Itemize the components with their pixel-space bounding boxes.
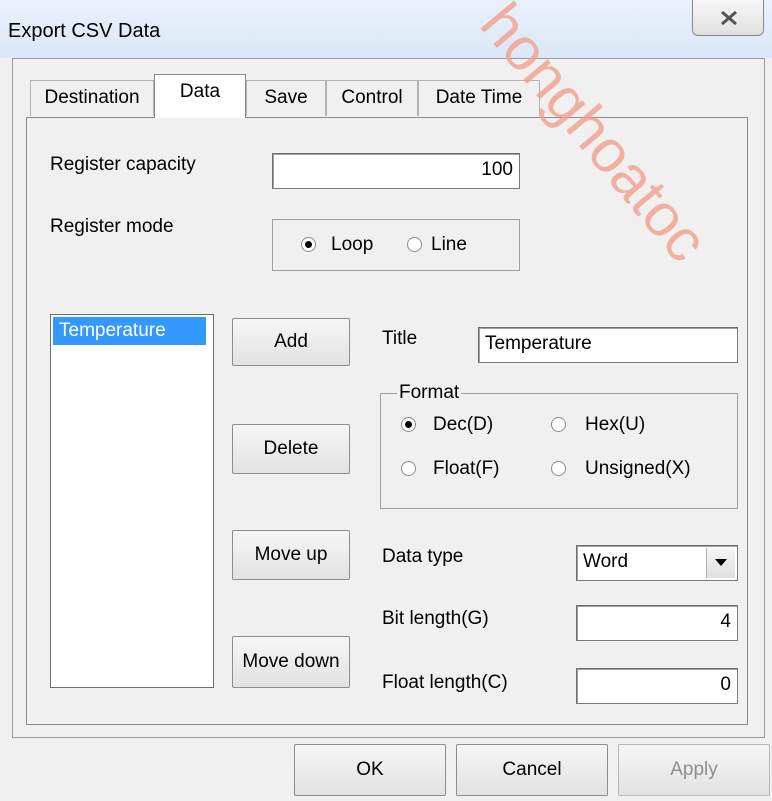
float-length-label: Float length(C): [382, 672, 508, 693]
title-input[interactable]: Temperature: [478, 327, 738, 363]
data-type-dropdown-button[interactable]: [706, 548, 735, 578]
list-item[interactable]: Temperature: [53, 317, 206, 345]
tab-destination[interactable]: Destination: [30, 80, 154, 116]
register-capacity-input[interactable]: 100: [272, 153, 520, 189]
field-listbox[interactable]: Temperature: [50, 314, 214, 688]
radio-unsigned[interactable]: [551, 461, 566, 476]
radio-dec-label: Dec(D): [433, 414, 494, 435]
delete-button[interactable]: Delete: [232, 424, 350, 474]
radio-loop-label: Loop: [331, 234, 374, 255]
radio-unsigned-label: Unsigned(X): [585, 458, 691, 479]
tab-data[interactable]: Data: [154, 74, 246, 118]
apply-button[interactable]: Apply: [618, 744, 770, 796]
tab-save[interactable]: Save: [246, 80, 326, 116]
title-label: Title: [382, 328, 418, 349]
data-type-value: Word: [583, 551, 629, 572]
bit-length-value: 4: [720, 611, 731, 632]
format-group: Format Dec(D) Hex(U) Float(F) Unsigned(X…: [380, 382, 738, 509]
bit-length-input[interactable]: 4: [576, 605, 738, 641]
register-mode-group: Loop Line: [272, 219, 520, 271]
float-length-input[interactable]: 0: [576, 668, 738, 704]
radio-float[interactable]: [401, 461, 416, 476]
title-value: Temperature: [485, 333, 592, 354]
float-length-value: 0: [720, 674, 731, 695]
tab-control[interactable]: Control: [326, 80, 418, 116]
radio-hex[interactable]: [551, 417, 566, 432]
register-capacity-value: 100: [481, 159, 513, 180]
radio-hex-label: Hex(U): [585, 414, 646, 435]
radio-float-label: Float(F): [433, 458, 500, 479]
move-down-button[interactable]: Move down: [232, 636, 350, 688]
window-title: Export CSV Data: [8, 20, 161, 42]
cancel-button[interactable]: Cancel: [456, 744, 608, 796]
radio-dec[interactable]: [401, 417, 416, 432]
tab-date-time[interactable]: Date Time: [418, 80, 540, 116]
close-button[interactable]: [692, 0, 764, 36]
radio-line[interactable]: [407, 237, 422, 252]
radio-line-label: Line: [431, 234, 467, 255]
move-up-button[interactable]: Move up: [232, 530, 350, 580]
chevron-down-icon: [715, 559, 727, 566]
register-mode-label: Register mode: [50, 216, 174, 237]
close-icon: [721, 11, 737, 25]
format-group-title: Format: [397, 382, 462, 404]
add-button[interactable]: Add: [232, 318, 350, 366]
register-capacity-label: Register capacity: [50, 154, 196, 175]
dialog-window: Export CSV Data Destination Data Save Co…: [0, 0, 772, 801]
ok-button[interactable]: OK: [294, 744, 446, 796]
radio-loop[interactable]: [301, 237, 316, 252]
bit-length-label: Bit length(G): [382, 608, 489, 629]
data-type-select[interactable]: Word: [576, 545, 738, 581]
title-bar: Export CSV Data: [0, 0, 772, 58]
data-type-label: Data type: [382, 546, 464, 567]
